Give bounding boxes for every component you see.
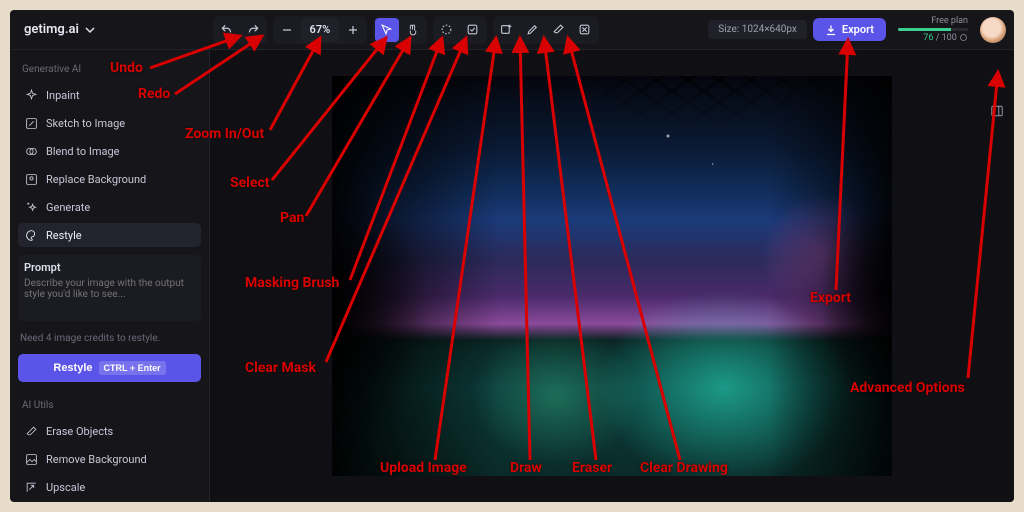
mask-tools-group xyxy=(433,16,487,44)
sidebar-item-replace-background[interactable]: Replace Background xyxy=(18,167,201,191)
clear-mask-icon xyxy=(466,23,479,36)
redo-button[interactable] xyxy=(241,18,265,42)
sidebar-item-label: Remove Background xyxy=(46,453,147,466)
plan-status: Free plan 76 / 100 xyxy=(898,16,968,43)
eraser-tool[interactable] xyxy=(547,18,571,42)
pencil-icon xyxy=(526,23,539,36)
zoom-percent[interactable]: 67% xyxy=(301,18,339,42)
erase-objects-icon xyxy=(24,424,38,438)
shortcut-badge: CTRL + Enter xyxy=(99,361,166,375)
sidebar-item-label: Sketch to Image xyxy=(46,117,125,130)
download-icon xyxy=(825,24,837,36)
app-logo-text: getimg.ai xyxy=(24,22,79,37)
coin-icon xyxy=(959,33,968,42)
sidebar-item-upscale[interactable]: Upscale xyxy=(18,475,201,499)
pan-tool[interactable] xyxy=(401,18,425,42)
stars-icon xyxy=(24,200,38,214)
sidebar-item-label: Inpaint xyxy=(46,89,80,102)
canvas-image[interactable] xyxy=(332,76,892,476)
sidebar-item-label: Upscale xyxy=(46,481,85,494)
clear-mask-button[interactable] xyxy=(461,18,485,42)
sidebar-item-remove-background[interactable]: Remove Background xyxy=(18,447,201,471)
ai-utils-label: AI Utils xyxy=(22,400,197,411)
top-toolbar: getimg.ai 67% xyxy=(10,10,1014,50)
history-group xyxy=(213,16,267,44)
export-button[interactable]: Export xyxy=(813,18,886,41)
credit-note: Need 4 image credits to restyle. xyxy=(20,333,201,344)
credit-progress xyxy=(898,28,968,31)
sidebar-item-sketch-to-image[interactable]: Sketch to Image xyxy=(18,111,201,135)
dotted-circle-icon xyxy=(440,23,453,36)
minus-icon xyxy=(281,24,293,36)
hand-icon xyxy=(406,23,419,36)
app-window: getimg.ai 67% xyxy=(10,10,1014,502)
restyle-button[interactable]: Restyle CTRL + Enter xyxy=(18,354,201,382)
sidebar-item-label: Blend to Image xyxy=(46,145,120,158)
select-tool[interactable] xyxy=(375,18,399,42)
image-plus-icon xyxy=(500,23,513,36)
redo-icon xyxy=(246,23,260,37)
replace-bg-icon xyxy=(24,172,38,186)
draw-tool[interactable] xyxy=(521,18,545,42)
generative-ai-label: Generative AI xyxy=(22,64,197,75)
plus-icon xyxy=(347,24,359,36)
sparkle-icon xyxy=(24,88,38,102)
export-label: Export xyxy=(842,23,874,36)
chevron-down-icon xyxy=(85,25,95,35)
cursor-icon xyxy=(380,23,393,36)
zoom-out-button[interactable] xyxy=(275,18,299,42)
sidebar-item-restyle[interactable]: Restyle xyxy=(18,223,201,247)
clear-drawing-icon xyxy=(578,23,591,36)
user-avatar[interactable] xyxy=(980,17,1006,43)
prompt-input[interactable] xyxy=(24,278,195,312)
remove-bg-icon xyxy=(24,452,38,466)
blend-icon xyxy=(24,144,38,158)
sidebar-item-label: Restyle xyxy=(46,229,82,242)
sidebar-item-blend-to-image[interactable]: Blend to Image xyxy=(18,139,201,163)
main-area: Generative AI Inpaint Sketch to Image Bl… xyxy=(10,50,1014,502)
palette-icon xyxy=(24,228,38,242)
plan-label: Free plan xyxy=(931,16,968,26)
upload-image-button[interactable] xyxy=(495,18,519,42)
eraser-icon xyxy=(552,23,565,36)
panel-right-icon xyxy=(990,104,1004,118)
app-logo-dropdown[interactable]: getimg.ai xyxy=(18,18,101,41)
sidebar-item-label: Replace Background xyxy=(46,173,146,186)
pencil-square-icon xyxy=(24,116,38,130)
sidebar-item-inpaint[interactable]: Inpaint xyxy=(18,83,201,107)
plan-counts: 76 / 100 xyxy=(923,33,968,43)
sidebar-item-label: Erase Objects xyxy=(46,425,113,438)
undo-button[interactable] xyxy=(215,18,239,42)
sidebar-item-generate[interactable]: Generate xyxy=(18,195,201,219)
restyle-button-label: Restyle xyxy=(53,362,92,374)
prompt-label: Prompt xyxy=(24,261,195,274)
canvas-size-label[interactable]: Size: 1024×640px xyxy=(708,20,807,39)
sidebar: Generative AI Inpaint Sketch to Image Bl… xyxy=(10,50,210,502)
masking-brush-tool[interactable] xyxy=(435,18,459,42)
prompt-panel: Prompt xyxy=(18,255,201,321)
sidebar-item-label: Generate xyxy=(46,201,90,214)
undo-icon xyxy=(220,23,234,37)
image-tools-group xyxy=(493,16,599,44)
sidebar-item-erase-objects[interactable]: Erase Objects xyxy=(18,419,201,443)
canvas-viewport[interactable] xyxy=(210,50,1014,502)
zoom-group: 67% xyxy=(273,16,367,44)
clear-drawing-button[interactable] xyxy=(573,18,597,42)
upscale-icon xyxy=(24,480,38,494)
nav-tools-group xyxy=(373,16,427,44)
zoom-in-button[interactable] xyxy=(341,18,365,42)
advanced-options-toggle[interactable] xyxy=(986,100,1008,122)
